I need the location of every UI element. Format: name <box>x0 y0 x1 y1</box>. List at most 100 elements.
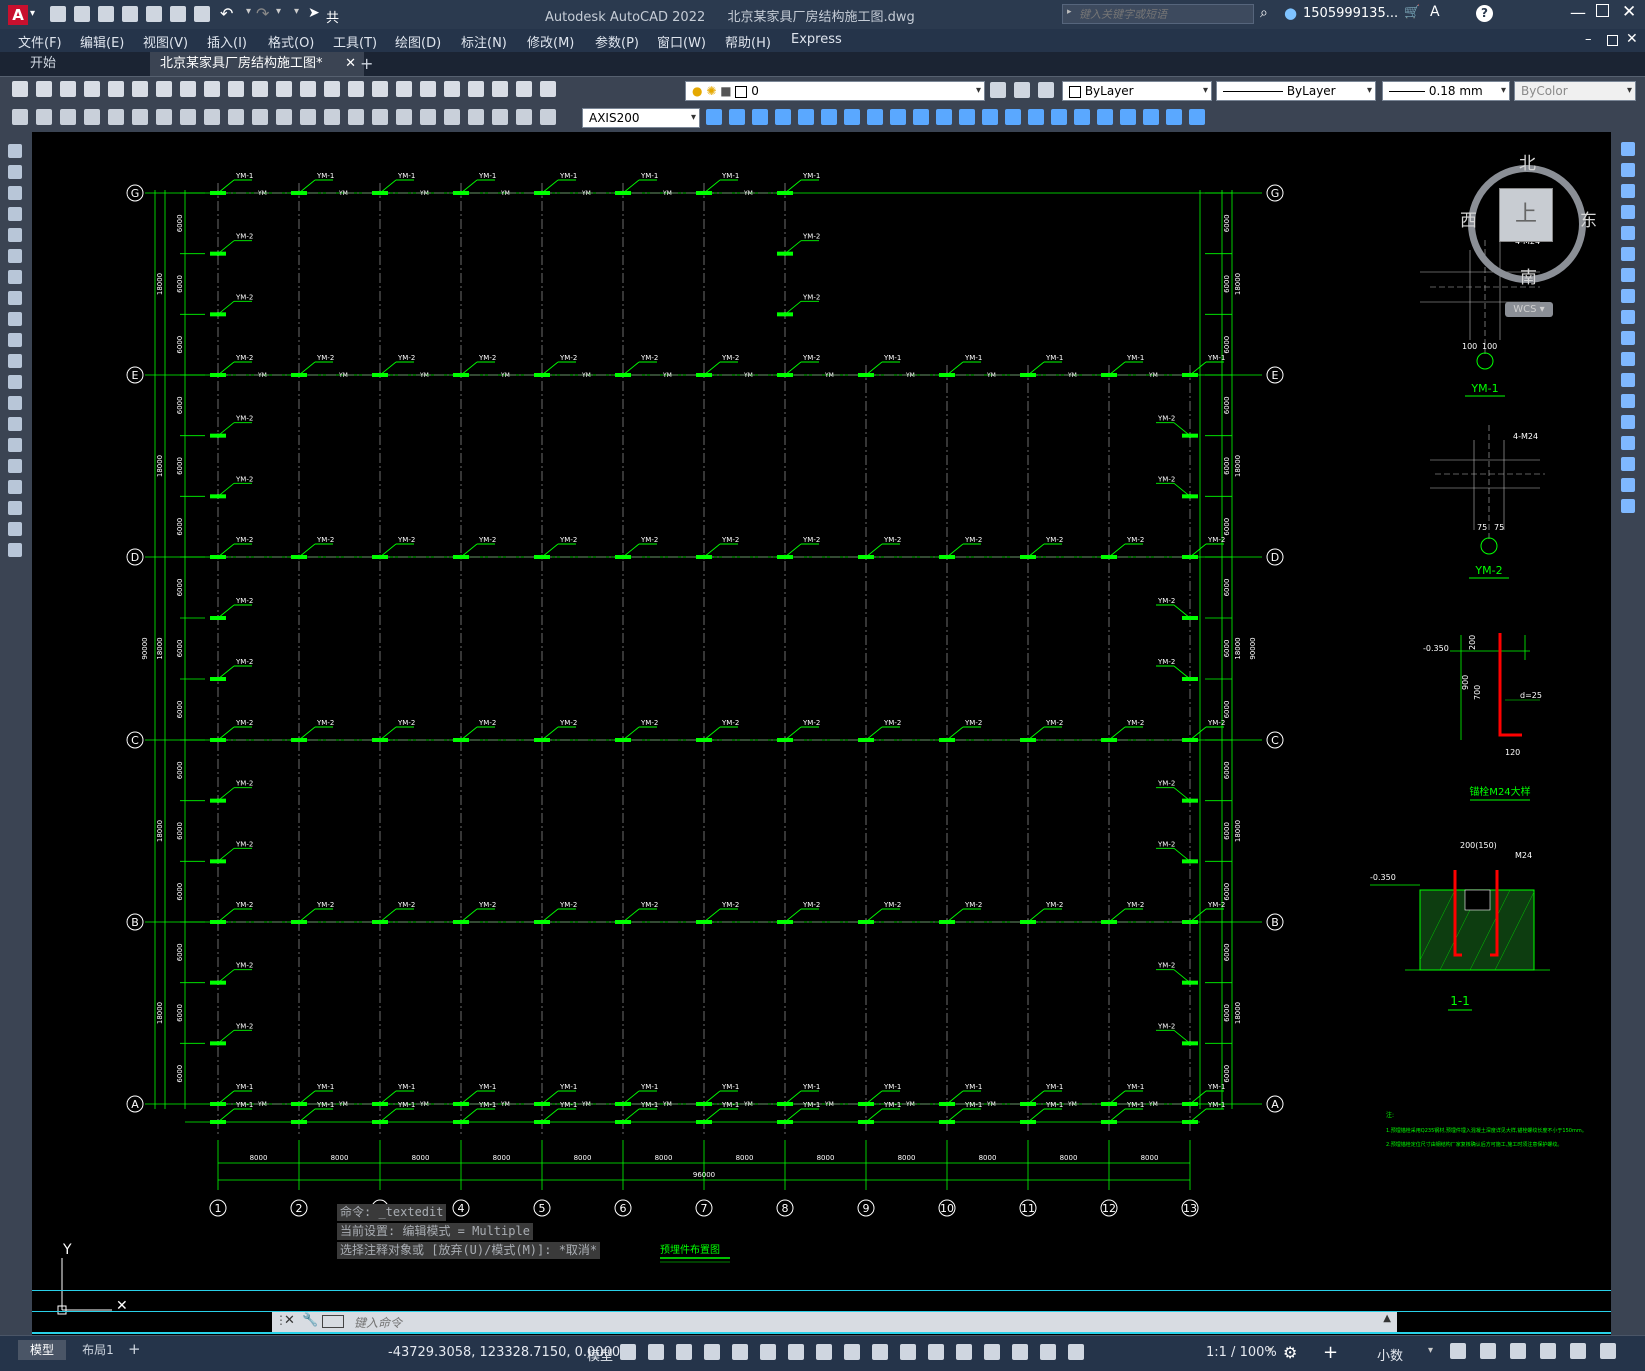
layer-state-icon[interactable] <box>60 109 76 125</box>
properties-icon[interactable] <box>372 81 388 97</box>
open-file-icon[interactable] <box>74 6 90 22</box>
blend-icon[interactable] <box>1621 478 1635 492</box>
layer-properties-icon[interactable] <box>990 82 1006 98</box>
match-properties-icon[interactable] <box>228 81 244 97</box>
design-center-icon[interactable] <box>396 81 412 97</box>
customize-icon[interactable] <box>1600 1343 1616 1359</box>
doc-minimize-icon[interactable]: – <box>1585 32 1592 47</box>
undo-icon[interactable]: ↶ <box>220 4 233 23</box>
send-under-icon[interactable] <box>1166 109 1182 125</box>
new-file-icon[interactable] <box>50 6 66 22</box>
stretch-icon[interactable] <box>1621 310 1635 324</box>
viewcube-south[interactable]: 南 <box>1520 263 1537 288</box>
undo-dropdown-icon[interactable]: ▾ <box>246 6 251 17</box>
gizmo-icon[interactable] <box>1012 1344 1028 1360</box>
autoscale-icon[interactable] <box>1068 1344 1084 1360</box>
mirror-icon[interactable] <box>752 109 768 125</box>
fillet-icon[interactable] <box>1621 457 1635 471</box>
clean-screen-icon[interactable] <box>1570 1343 1586 1359</box>
continue-icon[interactable] <box>324 109 340 125</box>
save-icon[interactable] <box>98 6 114 22</box>
layer-previous-icon[interactable] <box>1038 82 1054 98</box>
hardware-acceleration-icon[interactable] <box>1540 1343 1556 1359</box>
cart-icon[interactable]: 🛒 <box>1404 5 1420 20</box>
model-space[interactable]: 模型 <box>587 1345 613 1364</box>
dim-edit-icon[interactable] <box>492 109 508 125</box>
zoom-realtime-icon[interactable] <box>300 81 316 97</box>
update-icon[interactable] <box>540 109 556 125</box>
point-icon[interactable] <box>8 417 22 431</box>
move-icon[interactable] <box>1621 247 1635 261</box>
angular-icon[interactable] <box>252 109 268 125</box>
baseline-icon[interactable] <box>300 109 316 125</box>
user-icon[interactable]: ● <box>1284 4 1297 22</box>
offset-icon[interactable] <box>1621 205 1635 219</box>
command-input[interactable] <box>352 1313 1306 1332</box>
units-chevron-icon[interactable]: ▾ <box>1428 1345 1433 1356</box>
array-icon[interactable] <box>798 109 814 125</box>
ellipse-arc-icon[interactable] <box>8 354 22 368</box>
new-tab-plus-icon[interactable]: + <box>350 52 383 76</box>
ellipse-icon[interactable] <box>8 333 22 347</box>
drawing-svg[interactable]: YM-1 YM-1 YM-1 YM-1 YM-1 YM-1 YM-1 YM-1 YM-2 YM-2… <box>32 132 1611 1335</box>
back-icon[interactable] <box>1120 109 1136 125</box>
break-icon[interactable] <box>1621 394 1635 408</box>
arc-icon[interactable] <box>8 249 22 263</box>
menu-modify[interactable]: 修改(M) <box>527 32 574 51</box>
mirror-icon[interactable] <box>1621 184 1635 198</box>
explode-icon[interactable] <box>1051 109 1067 125</box>
osnap-icon[interactable] <box>816 1344 832 1360</box>
zoom-previous-icon[interactable] <box>348 81 364 97</box>
maximize-icon[interactable] <box>1596 4 1609 17</box>
spline-icon[interactable] <box>8 312 22 326</box>
menu-file[interactable]: 文件(F) <box>18 32 62 51</box>
menu-express[interactable]: Express <box>791 32 842 47</box>
trim-icon[interactable] <box>913 109 929 125</box>
cmd-close-icon[interactable]: ✕ <box>284 1313 295 1328</box>
markup-icon[interactable] <box>468 81 484 97</box>
annotation-scale[interactable]: 1:1 / 100% <box>1206 1345 1277 1360</box>
redo-icon[interactable]: ↷ <box>256 4 269 23</box>
group-icon[interactable] <box>1189 109 1205 125</box>
help-icon[interactable]: ? <box>1476 5 1493 22</box>
make-current-layer-icon[interactable] <box>1014 82 1030 98</box>
gradient-icon[interactable] <box>8 459 22 473</box>
aligned-dim-icon[interactable] <box>108 109 124 125</box>
save-icon[interactable] <box>60 81 76 97</box>
dynamic-ucs-icon[interactable] <box>956 1344 972 1360</box>
center-mark-icon[interactable] <box>420 109 436 125</box>
command-line[interactable]: ⋮ ✕ 🔧 ▲ <box>272 1312 1397 1332</box>
quick-dim-icon[interactable] <box>276 109 292 125</box>
lineweight-icon[interactable] <box>844 1344 860 1360</box>
region-icon[interactable] <box>8 480 22 494</box>
linetype-dropdown[interactable]: ByLayer ▾ <box>1216 81 1376 101</box>
tolerance-icon[interactable] <box>396 109 412 125</box>
ordinate-icon[interactable] <box>156 109 172 125</box>
join-icon[interactable] <box>982 109 998 125</box>
menu-format[interactable]: 格式(O) <box>268 32 314 51</box>
multiline-text-icon[interactable] <box>8 522 22 536</box>
doc-restore-icon[interactable] <box>1607 35 1618 46</box>
save-as-icon[interactable] <box>122 6 138 22</box>
lock-ui-icon[interactable] <box>1480 1343 1496 1359</box>
copy-obj-icon[interactable] <box>729 109 745 125</box>
ortho-icon[interactable] <box>704 1344 720 1360</box>
viewcube-top-face[interactable]: 上 <box>1499 188 1553 242</box>
color-dropdown[interactable]: ByLayer ▾ <box>1062 81 1212 101</box>
publish-icon[interactable] <box>132 81 148 97</box>
search-icon[interactable]: ⌕ <box>1260 5 1268 21</box>
radius-icon[interactable] <box>180 109 196 125</box>
viewcube-west[interactable]: 西 <box>1460 206 1477 231</box>
plotstyle-dropdown[interactable]: ByColor ▾ <box>1514 81 1636 101</box>
menu-window[interactable]: 窗口(W) <box>657 32 706 51</box>
minimize-icon[interactable]: — <box>1570 3 1586 22</box>
plot-icon[interactable] <box>194 6 210 22</box>
doc-close-icon[interactable]: ✕ <box>1626 31 1638 47</box>
search-input[interactable] <box>1077 6 1251 24</box>
polar-icon[interactable] <box>732 1344 748 1360</box>
erase-icon[interactable] <box>1621 142 1635 156</box>
rectangle-icon[interactable] <box>8 228 22 242</box>
polyline-icon[interactable] <box>8 186 22 200</box>
paste-icon[interactable] <box>204 81 220 97</box>
drawing-canvas[interactable]: YM-1 YM-1 YM-1 YM-1 YM-1 YM-1 YM-1 YM-1 YM-2 YM-2… <box>32 132 1611 1335</box>
